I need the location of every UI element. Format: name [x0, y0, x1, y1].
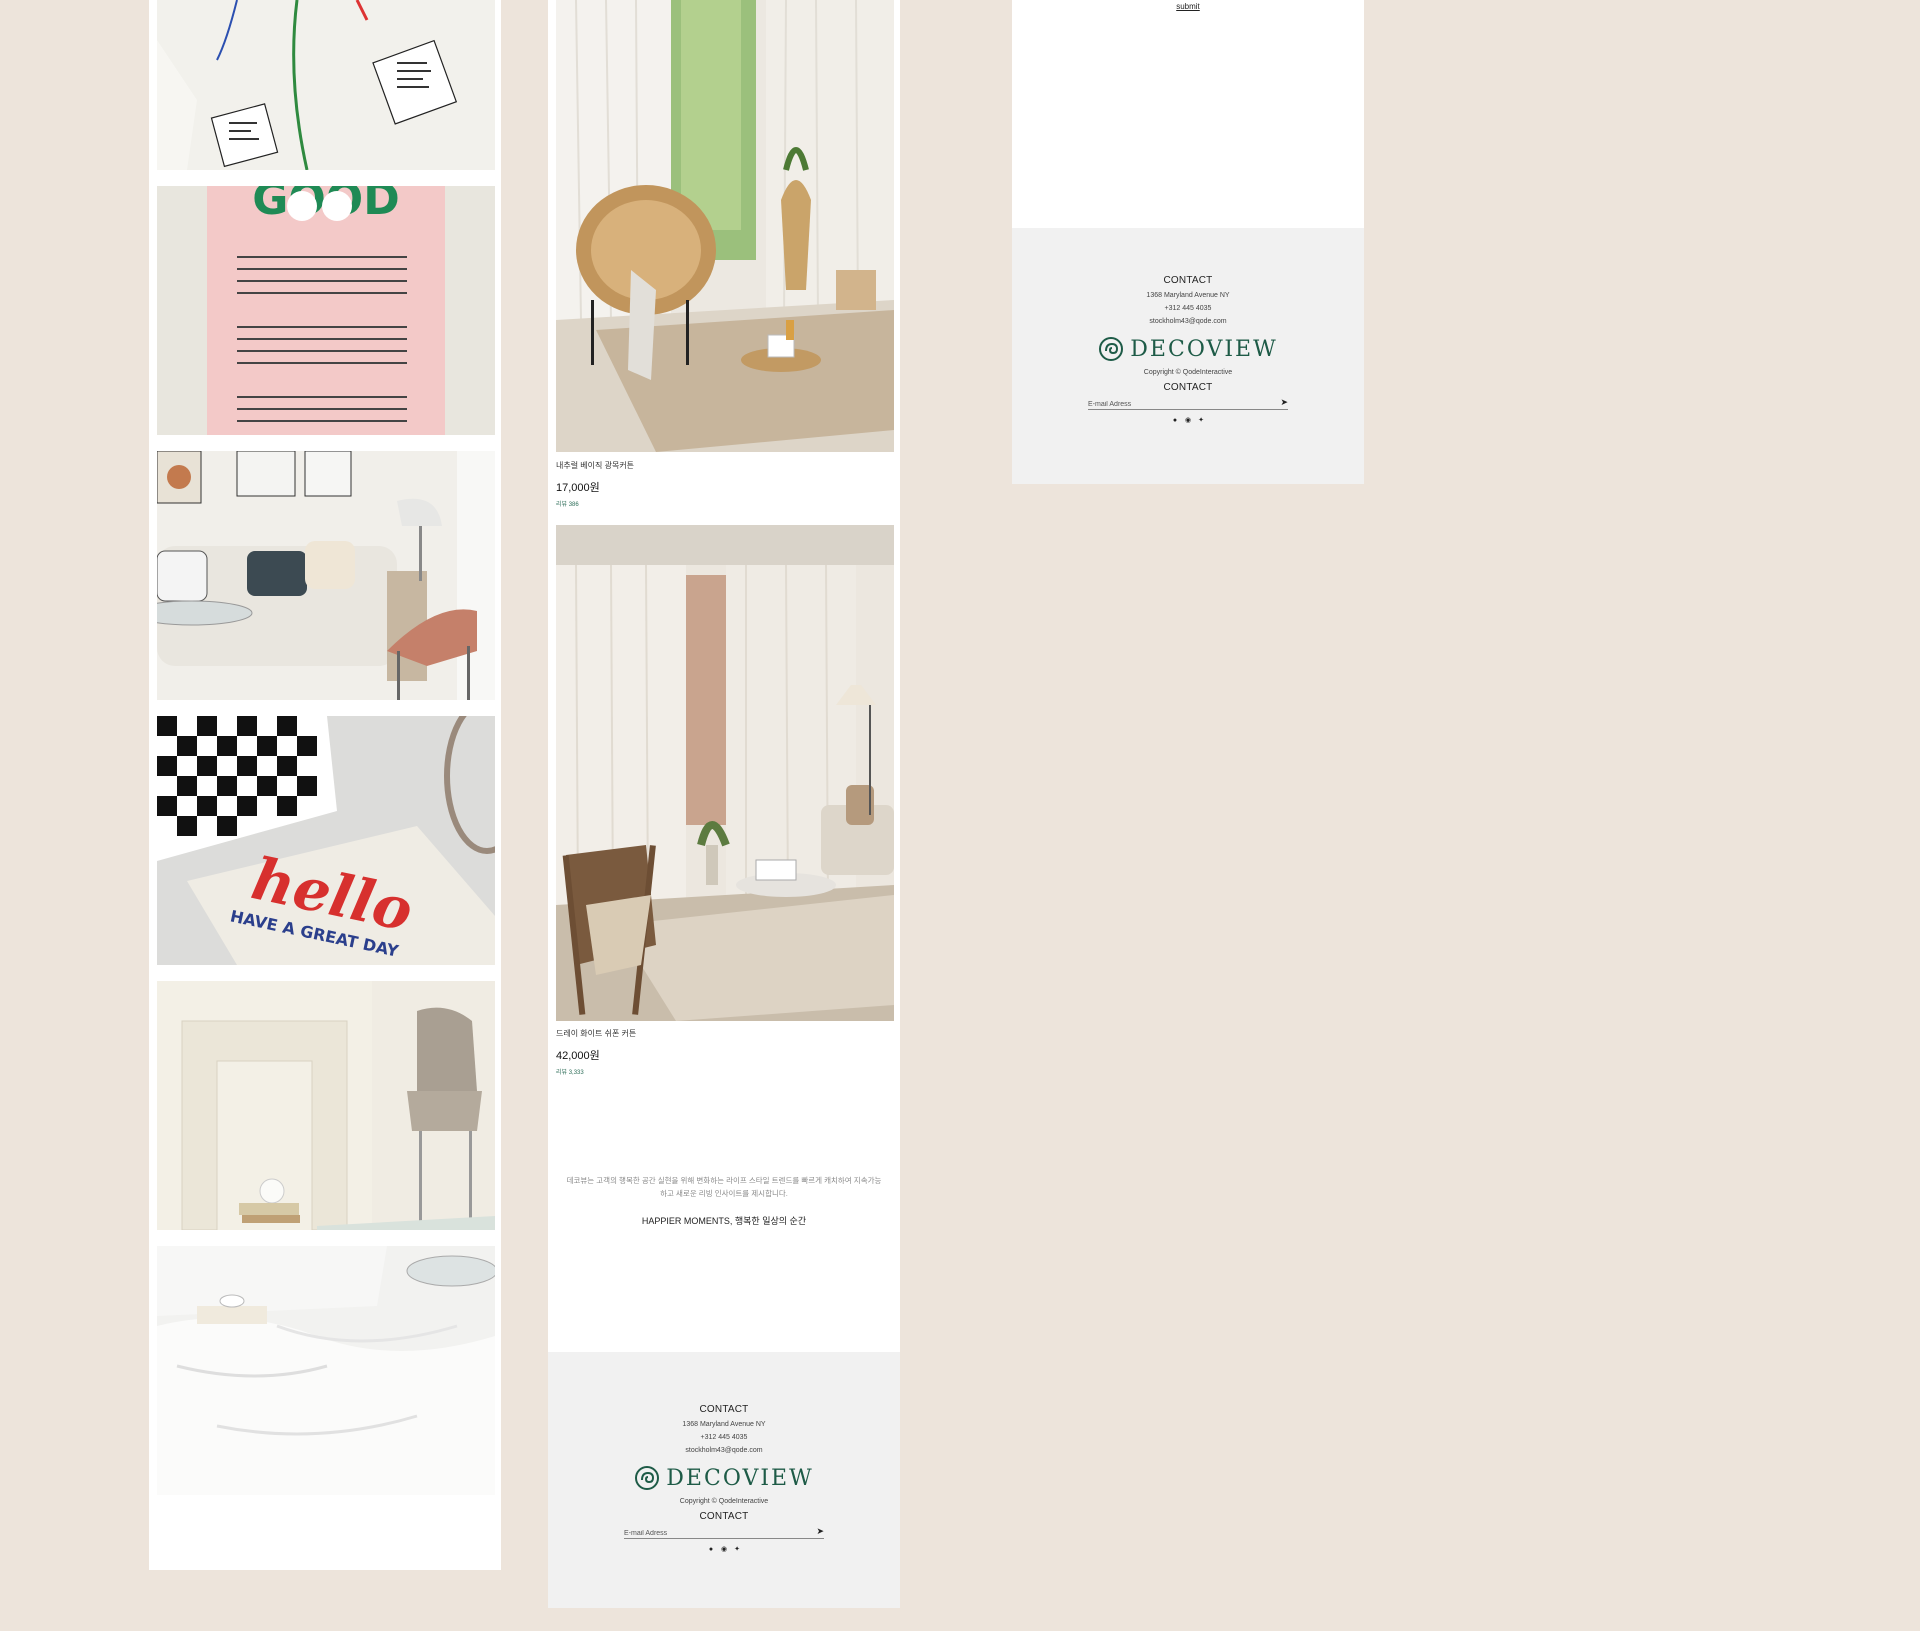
- newsletter-form: ➤: [1088, 397, 1288, 410]
- paper-plane-icon[interactable]: ➤: [816, 1526, 824, 1537]
- footer-newsletter-title: CONTACT: [1163, 382, 1213, 393]
- right-column: submit CONTACT 1368 Maryland Avenue NY +…: [1012, 0, 1364, 484]
- product-image-natural-curtain[interactable]: [556, 0, 894, 452]
- decoview-logo-text: DECOVIEW: [1130, 336, 1278, 362]
- footer-address: 1368 Maryland Avenue NY: [682, 1421, 766, 1428]
- footer-email[interactable]: stockholm43@qode.com: [548, 1444, 900, 1457]
- left-image-column: GOOD: [149, 0, 501, 1570]
- decoview-logo-text: DECOVIEW: [666, 1465, 814, 1491]
- newsletter-form: ➤: [624, 1526, 824, 1539]
- instagram-icon[interactable]: ◉: [1184, 416, 1193, 425]
- site-footer: CONTACT 1368 Maryland Avenue NY +312 445…: [548, 1352, 900, 1608]
- decoview-logo[interactable]: DECOVIEW: [1012, 336, 1364, 362]
- product-price: 17,000원: [556, 482, 600, 494]
- product-column: 내추럴 베이직 광목커튼 17,000원 리뷰 386 드레이 화이트 쉬폰 커…: [548, 0, 900, 1608]
- social-links: ● ◉ ✦: [1012, 416, 1364, 425]
- image-tile-chair-fireplace[interactable]: [157, 981, 495, 1230]
- product-image-chiffon-curtain[interactable]: [556, 525, 894, 1021]
- footer-contact-title: CONTACT: [1163, 275, 1213, 286]
- decoview-logo-icon: [635, 1466, 660, 1490]
- site-footer: CONTACT 1368 Maryland Avenue NY +312 445…: [1012, 228, 1364, 484]
- footer-phone[interactable]: +312 445 4035: [1012, 302, 1364, 315]
- facebook-icon[interactable]: ●: [707, 1545, 716, 1554]
- product-price: 42,000원: [556, 1050, 600, 1062]
- twitter-icon[interactable]: ✦: [1197, 416, 1206, 425]
- facebook-icon[interactable]: ●: [1171, 416, 1180, 425]
- instagram-icon[interactable]: ◉: [720, 1545, 729, 1554]
- twitter-icon[interactable]: ✦: [733, 1545, 742, 1554]
- product-name[interactable]: 내추럴 베이직 광목커튼: [556, 460, 634, 471]
- image-tile-hello-mat[interactable]: hello HAVE A GREAT DAY: [157, 716, 495, 965]
- footer-contact-title: CONTACT: [699, 1404, 749, 1415]
- image-tile-living-room[interactable]: [157, 451, 495, 700]
- decoview-logo[interactable]: DECOVIEW: [548, 1465, 900, 1491]
- newsletter-email-input[interactable]: [624, 1530, 804, 1537]
- footer-email[interactable]: stockholm43@qode.com: [1012, 315, 1364, 328]
- footer-copyright: Copyright © QodeInteractive: [679, 1498, 769, 1505]
- social-links: ● ◉ ✦: [548, 1545, 900, 1554]
- paper-plane-icon[interactable]: ➤: [1280, 397, 1288, 408]
- image-tile-cloth-labels[interactable]: [157, 0, 495, 170]
- footer-copyright: Copyright © QodeInteractive: [1143, 369, 1233, 376]
- about-section: 데코뷰는 고객의 행복한 공간 실현을 위해 변화하는 라이프 스타일 트렌드를…: [548, 1174, 900, 1227]
- image-tile-calendar[interactable]: GOOD: [157, 186, 495, 435]
- decoview-logo-icon: [1099, 337, 1124, 361]
- submit-link[interactable]: submit: [1012, 2, 1364, 11]
- footer-phone[interactable]: +312 445 4035: [548, 1431, 900, 1444]
- newsletter-email-input[interactable]: [1088, 401, 1268, 408]
- image-tile-bedding[interactable]: [157, 1246, 495, 1495]
- product-reviews[interactable]: 리뷰 3,333: [556, 1067, 584, 1076]
- about-title: HAPPIER MOMENTS, 행복한 일상의 순간: [641, 1216, 807, 1226]
- product-reviews[interactable]: 리뷰 386: [556, 499, 579, 508]
- about-description: 데코뷰는 고객의 행복한 공간 실현을 위해 변화하는 라이프 스타일 트렌드를…: [566, 1176, 882, 1198]
- footer-newsletter-title: CONTACT: [699, 1511, 749, 1522]
- footer-address: 1368 Maryland Avenue NY: [1146, 292, 1230, 299]
- product-name[interactable]: 드레이 화이트 쉬폰 커튼: [556, 1028, 636, 1039]
